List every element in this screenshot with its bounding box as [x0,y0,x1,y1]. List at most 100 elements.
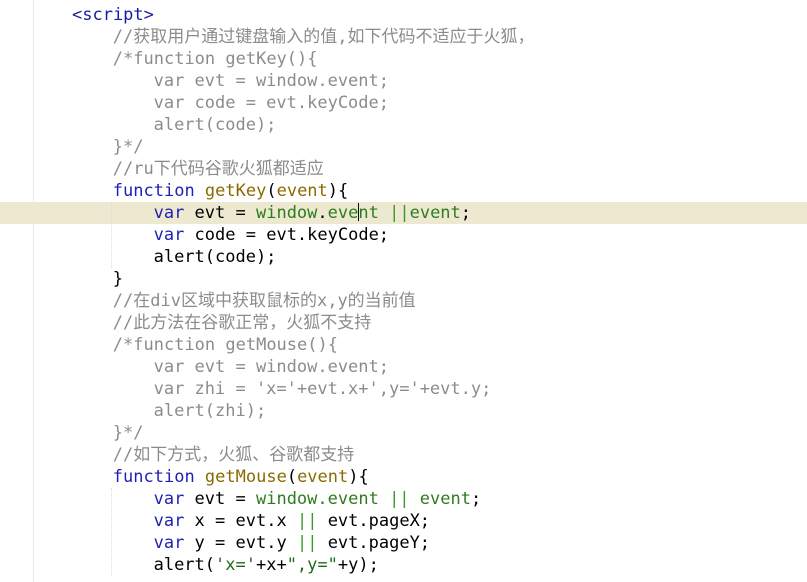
code-line[interactable]: function getKey(event){ [0,180,807,202]
code-token: function [112,467,205,487]
code-token: /*function getMouse(){ [112,335,338,355]
code-token: evt.x [235,511,287,531]
code-area[interactable]: <script>//获取用户通过键盘输入的值,如下代码不适应于火狐，/*func… [0,4,807,576]
code-token: = [204,533,236,553]
code-token: var code = evt.keyCode; [153,93,389,113]
code-token: var evt = window.event; [153,357,389,377]
code-line[interactable]: alert(code); [0,114,807,136]
code-token: evt.pageX; [327,511,431,531]
code-token: var [153,533,195,553]
code-token: }*/ [112,137,144,157]
code-line-current[interactable]: var evt = window.event ||event; [0,202,807,224]
code-token: event [419,489,471,509]
code-line[interactable]: }*/ [0,136,807,158]
code-token: = [225,203,256,223]
code-line[interactable]: }*/ [0,422,807,444]
code-token: <script> [72,5,154,25]
code-token: alert(zhi); [153,401,267,421]
code-token: evt.y [235,533,287,553]
code-token: || [296,533,318,553]
code-line[interactable]: //获取用户通过键盘输入的值,如下代码不适应于火狐， [0,26,807,48]
code-token: var [153,489,195,509]
code-line[interactable]: //如下方式，火狐、谷歌都支持 [0,444,807,466]
code-token: event [409,203,461,223]
code-line[interactable]: <script> [0,4,807,26]
code-token: window.event [255,489,379,509]
code-token: ( [286,467,298,487]
code-token: var [153,225,195,245]
code-token: = [225,489,256,509]
code-token: code [194,225,236,245]
code-line[interactable]: alert('x='+x+",y="+y); [0,554,807,576]
code-token: //获取用户通过键盘输入的值,如下代码不适应于火狐， [112,27,535,47]
code-token: var zhi = 'x='+evt.x+',y='+evt.y; [153,379,492,399]
code-line[interactable]: } [0,268,807,290]
code-token: || [389,489,410,509]
code-token: ; [460,203,472,223]
code-token: window [255,203,318,223]
code-line[interactable]: //此方法在谷歌正常，火狐不支持 [0,312,807,334]
code-token: evt [194,203,226,223]
code-editor[interactable]: <script>//获取用户通过键盘输入的值,如下代码不适应于火狐，/*func… [0,0,807,582]
code-token: event [297,467,349,487]
code-line[interactable]: var zhi = 'x='+evt.x+',y='+evt.y; [0,378,807,400]
code-token: ",y=" [286,555,338,575]
code-token: } [112,269,124,289]
code-token: //在div区域中获取鼠标的x,y的当前值 [112,291,416,311]
code-token: +x+ [255,555,287,575]
code-token: ){ [327,181,349,201]
code-token: var evt = window.event; [153,71,389,91]
code-line[interactable]: /*function getMouse(){ [0,334,807,356]
code-token: alert(code); [153,247,277,267]
code-token: ){ [348,467,369,487]
code-token: eve [327,203,359,223]
indent-guide [110,488,112,576]
code-line[interactable]: alert(code); [0,246,807,268]
code-token: ( [266,181,277,201]
code-token: || [389,203,410,223]
code-line[interactable]: var x = evt.x || evt.pageX; [0,510,807,532]
code-token: . [317,203,328,223]
code-line[interactable]: function getMouse(event){ [0,466,807,488]
code-token: //如下方式，火狐、谷歌都支持 [112,445,355,465]
code-token: evt [194,489,226,509]
code-token: evt.pageY; [327,533,431,553]
code-token: alert(code); [153,115,277,135]
code-line[interactable]: //ru下代码谷歌火狐都适应 [0,158,807,180]
code-token: = [204,511,236,531]
code-token: getMouse [204,467,287,487]
code-line[interactable]: var evt = window.event || event; [0,488,807,510]
code-line[interactable]: /*function getKey(){ [0,48,807,70]
code-token: x [194,511,205,531]
code-token: var [153,203,195,223]
code-line[interactable]: var code = evt.keyCode; [0,92,807,114]
code-token: event [276,181,328,201]
code-token: /*function getKey(){ [112,49,318,69]
code-line[interactable]: var evt = window.event; [0,356,807,378]
code-token: 'x=' [215,555,256,575]
code-token: getKey [204,181,267,201]
code-token: || [296,511,318,531]
code-token: = [235,225,267,245]
code-token: evt.keyCode; [266,225,390,245]
code-line[interactable]: var y = evt.y || evt.pageY; [0,532,807,554]
code-line[interactable]: //在div区域中获取鼠标的x,y的当前值 [0,290,807,312]
code-token: nt [358,203,379,223]
code-line[interactable]: alert(zhi); [0,400,807,422]
code-token: y [194,533,205,553]
indent-guide [110,202,112,268]
code-line[interactable]: var evt = window.event; [0,70,807,92]
code-token: //ru下代码谷歌火狐都适应 [112,159,324,179]
code-token: }*/ [112,423,144,443]
code-token: alert( [153,555,216,575]
code-line[interactable]: var code = evt.keyCode; [0,224,807,246]
code-token: //此方法在谷歌正常，火狐不支持 [112,313,372,333]
code-token: function [112,181,205,201]
